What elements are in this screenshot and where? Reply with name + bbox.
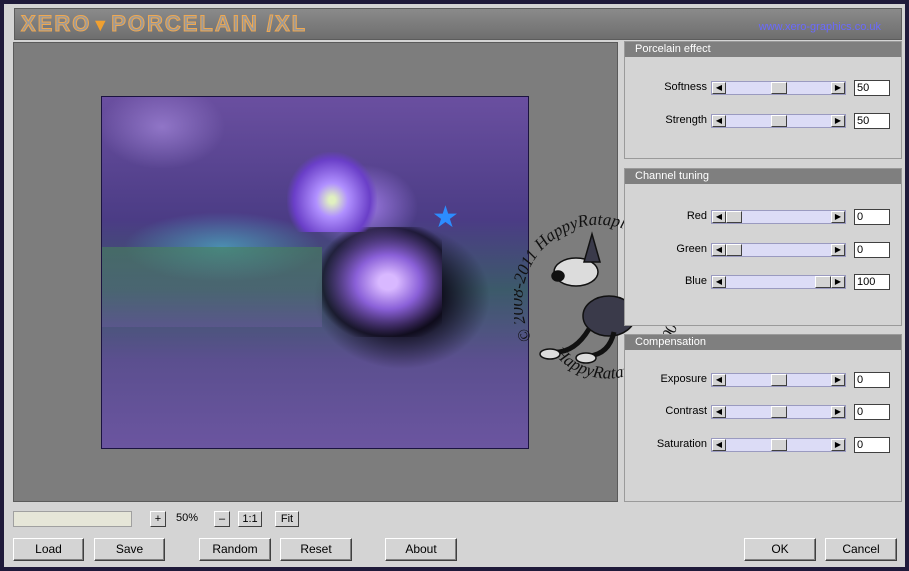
slider-label: Red — [686, 210, 707, 222]
art-face — [322, 227, 442, 337]
art-star-icon: ★ — [432, 201, 459, 234]
compensation-panel: Compensation Exposure ◀ ▶ 0 Contrast ◀ ▶… — [624, 334, 902, 502]
softness-slider[interactable]: ◀ ▶ — [711, 81, 846, 95]
load-button[interactable]: Load — [13, 538, 84, 561]
zoom-fit-button[interactable]: Fit — [275, 511, 299, 527]
slider-label: Contrast — [665, 405, 707, 417]
title-header: XERO▼PORCELAIN /XL www.xero-graphics.co.… — [14, 8, 902, 40]
zoom-out-button[interactable]: – — [214, 511, 230, 527]
strength-input[interactable]: 50 — [854, 113, 890, 129]
slider-thumb[interactable] — [771, 406, 787, 418]
green-slider[interactable]: ◀ ▶ — [711, 243, 846, 257]
website-link[interactable]: www.xero-graphics.co.uk — [759, 21, 881, 33]
status-box — [13, 511, 132, 527]
slider-row-red: Red ◀ ▶ 0 — [625, 209, 903, 225]
panel-title: Compensation — [625, 335, 901, 350]
arrow-left-icon[interactable]: ◀ — [712, 374, 726, 386]
panel-title: Porcelain effect — [625, 42, 901, 57]
arrow-left-icon[interactable]: ◀ — [712, 406, 726, 418]
art-grass — [102, 247, 322, 327]
contrast-input[interactable]: 0 — [854, 404, 890, 420]
slider-label: Green — [676, 243, 707, 255]
slider-label: Strength — [665, 114, 707, 126]
random-button[interactable]: Random — [199, 538, 271, 561]
zoom-in-button[interactable]: + — [150, 511, 166, 527]
green-input[interactable]: 0 — [854, 242, 890, 258]
slider-label: Softness — [664, 81, 707, 93]
blue-slider[interactable]: ◀ ▶ — [711, 275, 846, 289]
slider-label: Blue — [684, 275, 707, 287]
zoom-level: 50% — [176, 512, 199, 524]
slider-thumb[interactable] — [771, 82, 787, 94]
arrow-left-icon[interactable]: ◀ — [712, 82, 726, 94]
arrow-right-icon[interactable]: ▶ — [831, 276, 845, 288]
zoom-actual-button[interactable]: 1:1 — [238, 511, 262, 527]
arrow-right-icon[interactable]: ▶ — [831, 374, 845, 386]
saturation-input[interactable]: 0 — [854, 437, 890, 453]
saturation-slider[interactable]: ◀ ▶ — [711, 438, 846, 452]
slider-row-green: Green ◀ ▶ 0 — [625, 242, 903, 258]
exposure-slider[interactable]: ◀ ▶ — [711, 373, 846, 387]
arrow-left-icon[interactable]: ◀ — [712, 211, 726, 223]
art-flower — [287, 152, 377, 232]
reset-button[interactable]: Reset — [280, 538, 352, 561]
porcelain-effect-panel: Porcelain effect Softness ◀ ▶ 50 Strengt… — [624, 41, 902, 159]
arrow-right-icon[interactable]: ▶ — [831, 211, 845, 223]
slider-row-blue: Blue ◀ ▶ 100 — [625, 274, 903, 290]
ok-button[interactable]: OK — [744, 538, 816, 561]
arrow-right-icon[interactable]: ▶ — [831, 406, 845, 418]
arrow-left-icon[interactable]: ◀ — [712, 115, 726, 127]
slider-row-saturation: Saturation ◀ ▶ 0 — [625, 437, 903, 453]
slider-label: Saturation — [656, 438, 707, 450]
channel-tuning-panel: Channel tuning Red ◀ ▶ 0 Green ◀ ▶ 0 Blu… — [624, 168, 902, 326]
app-logo: XERO▼PORCELAIN /XL — [20, 11, 308, 37]
arrow-right-icon[interactable]: ▶ — [831, 439, 845, 451]
arrow-left-icon[interactable]: ◀ — [712, 439, 726, 451]
panel-title: Channel tuning — [625, 169, 901, 184]
slider-thumb[interactable] — [815, 276, 831, 288]
slider-thumb[interactable] — [726, 211, 742, 223]
contrast-slider[interactable]: ◀ ▶ — [711, 405, 846, 419]
slider-row-exposure: Exposure ◀ ▶ 0 — [625, 372, 903, 388]
softness-input[interactable]: 50 — [854, 80, 890, 96]
slider-thumb[interactable] — [771, 439, 787, 451]
slider-row-contrast: Contrast ◀ ▶ 0 — [625, 404, 903, 420]
slider-thumb[interactable] — [726, 244, 742, 256]
logo-triangle-icon: ▼ — [91, 15, 112, 35]
blue-input[interactable]: 100 — [854, 274, 890, 290]
slider-row-strength: Strength ◀ ▶ 50 — [625, 113, 903, 129]
cancel-button[interactable]: Cancel — [825, 538, 897, 561]
slider-thumb[interactable] — [771, 374, 787, 386]
red-slider[interactable]: ◀ ▶ — [711, 210, 846, 224]
strength-slider[interactable]: ◀ ▶ — [711, 114, 846, 128]
logo-right: PORCELAIN /XL — [111, 11, 308, 37]
logo-left: XERO — [20, 11, 92, 37]
slider-thumb[interactable] — [771, 115, 787, 127]
plugin-window: XERO▼PORCELAIN /XL www.xero-graphics.co.… — [4, 4, 905, 567]
slider-label: Exposure — [660, 373, 707, 385]
red-input[interactable]: 0 — [854, 209, 890, 225]
arrow-left-icon[interactable]: ◀ — [712, 244, 726, 256]
arrow-right-icon[interactable]: ▶ — [831, 244, 845, 256]
arrow-left-icon[interactable]: ◀ — [712, 276, 726, 288]
preview-image: ★ — [101, 96, 529, 449]
about-button[interactable]: About — [385, 538, 457, 561]
arrow-right-icon[interactable]: ▶ — [831, 82, 845, 94]
exposure-input[interactable]: 0 — [854, 372, 890, 388]
slider-row-softness: Softness ◀ ▶ 50 — [625, 80, 903, 96]
arrow-right-icon[interactable]: ▶ — [831, 115, 845, 127]
save-button[interactable]: Save — [94, 538, 165, 561]
